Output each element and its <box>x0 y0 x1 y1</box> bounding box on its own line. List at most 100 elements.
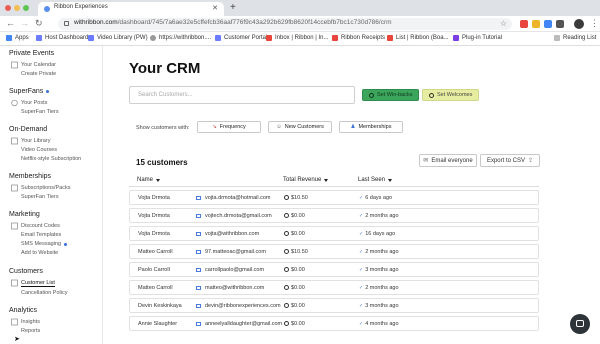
bookmark-plugin-tutorial[interactable]: Plug-in Tutorial <box>453 35 502 41</box>
customer-name: Matteo Carroll <box>138 284 173 291</box>
column-header-last-seen[interactable]: Last Seen <box>358 177 393 183</box>
bookmarks-bar: Apps Host Dashboard Video Library (PW) h… <box>0 32 600 46</box>
bookmark-star-icon[interactable]: ☆ <box>500 18 507 29</box>
table-row[interactable]: Vojta Drmota vojta@withribbon.com $0.00 … <box>129 226 539 241</box>
customer-last-seen: ✓ 2 months ago <box>359 212 399 219</box>
new-tab-icon[interactable]: + <box>230 2 236 14</box>
customer-email: vojta@withribbon.com <box>196 231 259 237</box>
sidebar-section-superfans[interactable]: SuperFans <box>9 88 50 95</box>
sidebar-section-private-events[interactable]: Private Events <box>9 50 54 57</box>
sidebar-section-customers[interactable]: Customers <box>9 268 43 275</box>
dollar-icon <box>284 195 289 200</box>
column-header-total-revenue[interactable]: Total Revenue <box>283 177 329 183</box>
ribbon-icon <box>36 35 42 41</box>
bookmark-withribbon[interactable]: https://withribbon.... <box>150 35 211 41</box>
table-row[interactable]: Vojta Drmota vojtech.drmota@gmail.com $0… <box>129 208 539 223</box>
bookmark-reading-list[interactable]: Reading List <box>554 35 596 41</box>
mail-icon <box>196 213 201 218</box>
table-row[interactable]: Vojta Drmota vojta.drmota@hotmail.com $1… <box>129 190 539 205</box>
sidebar-item-superfan-tiers-2[interactable]: SuperFan Tiers <box>21 194 59 200</box>
table-row[interactable]: Matteo Carroll matteo@withribbon.com $0.… <box>129 280 539 295</box>
export-csv-button[interactable]: Export to CSV ⇪ <box>480 154 540 167</box>
bookmark-inbox[interactable]: Inbox | Ribbon | In... <box>266 35 328 41</box>
set-welcomes-button[interactable]: Set Welcomes <box>422 89 480 101</box>
customer-email: vojtech.drmota@gmail.com <box>196 213 272 219</box>
mail-icon <box>196 249 201 254</box>
browser-menu-icon[interactable]: ⋮ <box>590 17 599 29</box>
dollar-icon <box>284 213 289 218</box>
table-row[interactable]: Annie Slaughter anneelyalldaughter@gmail… <box>129 316 539 331</box>
table-row[interactable]: Paolo Carroll carrollpaolo@gmail.com $0.… <box>129 262 539 277</box>
sidebar-item-create-private[interactable]: Create Private <box>21 71 56 77</box>
mail-icon <box>196 231 201 236</box>
customer-revenue: $10.50 <box>284 249 308 255</box>
address-bar[interactable]: withribbon.com/dashboard/745/7a6ae32e5cf… <box>58 18 512 30</box>
extension-icon[interactable] <box>532 20 540 28</box>
sidebar-item-customer-list[interactable]: Customer List <box>21 280 55 287</box>
table-row[interactable]: Devin Keskinkaya devin@ribbonexperiences… <box>129 298 539 313</box>
filter-frequency-button[interactable]: ↘ Frequency <box>197 121 261 133</box>
chat-launcher-button[interactable] <box>570 314 590 334</box>
sidebar-section-on-demand[interactable]: On-Demand <box>9 126 47 133</box>
set-winbacks-button[interactable]: Set Win-backs <box>362 89 420 101</box>
customer-revenue: $0.00 <box>284 267 305 273</box>
sidebar-item-subscriptions-packs[interactable]: Subscriptions/Packs <box>21 185 71 191</box>
sidebar-item-email-templates[interactable]: Email Templates <box>21 232 61 238</box>
sidebar-item-your-calendar[interactable]: Your Calendar <box>21 62 56 68</box>
sidebar-item-video-courses[interactable]: Video Courses <box>21 147 57 153</box>
sidebar-item-your-posts[interactable]: Your Posts <box>21 100 47 106</box>
tag-icon <box>11 184 18 192</box>
bookmark-ribbon-receipts[interactable]: Ribbon Receipts <box>332 35 385 41</box>
extension-icon[interactable] <box>556 20 564 28</box>
filter-memberships-button[interactable]: ♟ Memberships <box>339 121 403 133</box>
customer-search-input[interactable]: Search Customers... <box>129 86 355 104</box>
sidebar-item-reports[interactable]: Reports <box>21 328 40 334</box>
sidebar-section-memberships[interactable]: Memberships <box>9 173 51 180</box>
sidebar-item-discount-codes[interactable]: Discount Codes <box>21 223 60 229</box>
profile-avatar[interactable] <box>574 19 584 29</box>
filter-new-customers-button[interactable]: ☺ New Customers <box>268 121 332 133</box>
customer-last-seen: ✓ 16 days ago <box>359 230 396 237</box>
browser-tab[interactable]: Ribbon Experiences ✕ <box>38 2 224 16</box>
sidebar-section-marketing[interactable]: Marketing <box>9 211 40 218</box>
sidebar-item-sms-messaging[interactable]: SMS Messaging <box>21 241 68 247</box>
customer-revenue: $0.00 <box>284 213 305 219</box>
close-tab-icon[interactable]: ✕ <box>212 4 218 13</box>
minimize-window-dot[interactable] <box>14 5 20 11</box>
megaphone-icon <box>11 222 18 230</box>
close-window-dot[interactable] <box>5 5 11 11</box>
sort-caret-icon <box>388 178 393 182</box>
chart-icon <box>11 318 18 326</box>
sidebar-item-add-to-website[interactable]: Add to Website <box>21 250 58 256</box>
table-row[interactable]: Matteo Carroll 97.matteoac@gmail.com $10… <box>129 244 539 259</box>
search-placeholder: Search Customers... <box>138 92 193 98</box>
back-icon[interactable]: ← <box>6 17 15 30</box>
sidebar-item-insights[interactable]: Insights <box>21 319 40 325</box>
sidebar-item-netflix-subscription[interactable]: Netflix-style Subscription <box>21 156 81 162</box>
reload-icon[interactable]: ↻ <box>35 17 43 30</box>
customer-email: matteo@withribbon.com <box>196 285 264 291</box>
column-header-name[interactable]: Name <box>137 177 161 183</box>
customer-name: Vojta Drmota <box>138 230 170 237</box>
customer-last-seen: ✓ 4 months ago <box>359 320 399 327</box>
forward-icon[interactable]: → <box>20 17 29 30</box>
sidebar-item-cancellation-policy[interactable]: Cancellation Policy <box>21 290 67 296</box>
users-icon: ♟ <box>350 124 356 130</box>
bookmark-video-library[interactable]: Video Library (PW) <box>88 35 148 41</box>
plugin-icon <box>453 35 459 41</box>
bookmark-customer-portal[interactable]: Customer Portal <box>215 35 267 41</box>
bookmark-list-ribbon[interactable]: List | Ribbon (Boa... <box>387 35 449 41</box>
dollar-icon <box>284 285 289 290</box>
extension-icon[interactable] <box>520 20 528 28</box>
email-everyone-button[interactable]: ✉ Email everyone <box>419 154 477 167</box>
maximize-window-dot[interactable] <box>23 5 29 11</box>
bookmark-host-dashboard[interactable]: Host Dashboard <box>36 35 88 41</box>
bookmark-apps[interactable]: Apps <box>6 35 29 41</box>
sidebar-item-superfan-tiers[interactable]: SuperFan Tiers <box>21 109 59 115</box>
customer-last-seen: ✓ 3 months ago <box>359 302 399 309</box>
sidebar-item-your-library[interactable]: Your Library <box>21 138 50 144</box>
sidebar-section-analytics[interactable]: Analytics <box>9 307 37 314</box>
check-icon: ✓ <box>359 266 364 273</box>
extension-icon[interactable] <box>544 20 552 28</box>
mail-icon: ✉ <box>423 158 429 164</box>
